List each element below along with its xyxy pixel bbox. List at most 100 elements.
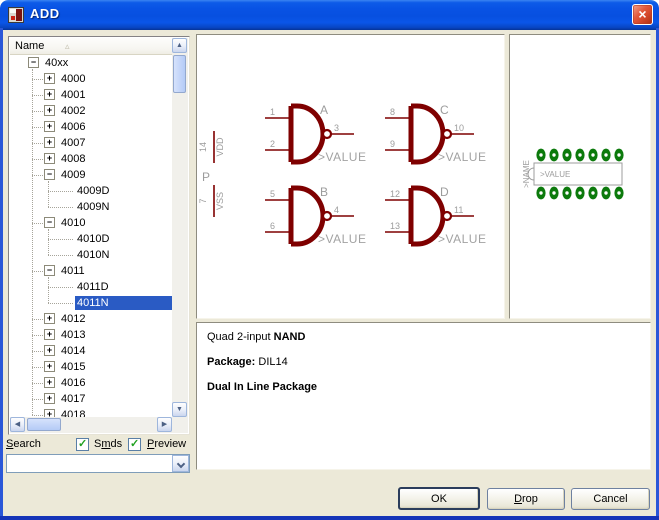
tree-item-4011[interactable]: −4011 [10,263,172,279]
expand-toggle-icon[interactable]: + [44,89,55,100]
titlebar[interactable]: ADD × [0,0,659,30]
tree-item-4010D[interactable]: 4010D [10,231,172,247]
smds-checkbox[interactable]: ✓ [76,438,89,451]
svg-text:P: P [202,170,210,184]
arrow-right-icon: ▶ [162,421,167,428]
tree-item-4010[interactable]: −4010 [10,215,172,231]
checkmark-icon: ✓ [78,437,87,450]
tree-item-label: 4017 [59,392,87,406]
tree-branch-line [48,287,73,288]
expand-toggle-icon[interactable]: + [44,377,55,388]
app-icon [8,7,24,23]
tree-item-4011D[interactable]: 4011D [10,279,172,295]
svg-text:11: 11 [454,205,463,215]
collapse-toggle-icon[interactable]: − [28,57,39,68]
svg-text:14: 14 [198,142,208,152]
search-input[interactable] [8,456,171,471]
svg-text:B: B [320,185,328,199]
preview-label[interactable]: Preview [147,438,186,450]
svg-text:6: 6 [270,221,275,231]
tree-branch-line [32,111,43,112]
tree-item-label: 4008 [59,152,87,166]
expand-toggle-icon[interactable]: + [44,313,55,324]
collapse-toggle-icon[interactable]: − [44,265,55,276]
expand-toggle-icon[interactable]: + [44,137,55,148]
preview-checkbox[interactable]: ✓ [128,438,141,451]
tree-item-4017[interactable]: +4017 [10,391,172,407]
collapse-toggle-icon[interactable]: − [44,217,55,228]
tree-branch-line [32,159,43,160]
svg-text:3: 3 [334,123,339,133]
expand-toggle-icon[interactable]: + [44,361,55,372]
tree-branch-line [48,207,73,208]
tree-branch-line [32,319,43,320]
expand-toggle-icon[interactable]: + [44,393,55,404]
tree-vertical-scrollbar[interactable]: ▲ ▼ [172,38,188,417]
drop-button[interactable]: Drop [487,488,565,510]
chevron-down-icon [177,460,185,468]
tree-item-label: 4011 [59,264,87,278]
tree-item-4002[interactable]: +4002 [10,103,172,119]
ok-button[interactable]: OK [398,487,480,510]
tree-item-4014[interactable]: +4014 [10,343,172,359]
smds-label[interactable]: Smds [94,438,122,450]
tree-branch-line [32,79,43,80]
tree-item-4018[interactable]: +4018 [10,407,172,417]
vertical-scroll-thumb[interactable] [173,55,186,93]
tree-item-4009[interactable]: −4009 [10,167,172,183]
tree-item-40xx[interactable]: −40xx [10,55,172,71]
combo-dropdown-button[interactable] [172,455,189,472]
scroll-left-button[interactable]: ◀ [10,417,25,432]
tree-item-label: 4002 [59,104,87,118]
tree-item-4008[interactable]: +4008 [10,151,172,167]
cancel-button[interactable]: Cancel [571,488,650,510]
expand-toggle-icon[interactable]: + [44,153,55,164]
tree-item-4012[interactable]: +4012 [10,311,172,327]
tree-item-label: 4010D [75,232,111,246]
description-line-3: Dual In Line Package [207,381,640,393]
tree-item-4009N[interactable]: 4009N [10,199,172,215]
search-label: Search [6,438,41,450]
tree-item-label: 4014 [59,344,87,358]
tree-item-4006[interactable]: +4006 [10,119,172,135]
tree-item-4011N[interactable]: 4011N [10,295,172,311]
tree-item-4013[interactable]: +4013 [10,327,172,343]
tree-item-4010N[interactable]: 4010N [10,247,172,263]
svg-text:>VALUE: >VALUE [438,232,486,246]
library-tree-panel: Name ▵ −40xx+4000+4001+4002+4006+4007+40… [8,36,190,435]
nand-gate-D: 121311D>VALUE [385,185,486,246]
expand-toggle-icon[interactable]: + [44,121,55,132]
tree-item-4007[interactable]: +4007 [10,135,172,151]
dil14-footprint: >NAME>VALUE [522,149,624,200]
tree-branch-line [32,223,43,224]
tree-item-4001[interactable]: +4001 [10,87,172,103]
tree-horizontal-scrollbar[interactable]: ◀ ▶ [10,417,172,433]
tree-column-header-name[interactable]: Name ▵ [10,38,172,55]
dialog-border [0,28,3,520]
tree-item-label: 4006 [59,120,87,134]
svg-text:>VALUE: >VALUE [318,232,366,246]
tree-item-4016[interactable]: +4016 [10,375,172,391]
power-gate-P: 14VDDP7VSS [198,131,225,217]
tree-item-4009D[interactable]: 4009D [10,183,172,199]
search-combobox[interactable] [6,454,190,473]
tree-item-label: 4011D [75,280,111,294]
tree-item-4015[interactable]: +4015 [10,359,172,375]
expand-toggle-icon[interactable]: + [44,73,55,84]
expand-toggle-icon[interactable]: + [44,345,55,356]
horizontal-scroll-thumb[interactable] [27,418,61,431]
scroll-right-button[interactable]: ▶ [157,417,172,432]
tree-item-label: 4009 [59,168,87,182]
tree-item-label: 40xx [43,56,70,70]
tree-branch-line [32,95,43,96]
expand-toggle-icon[interactable]: + [44,329,55,340]
checkmark-icon: ✓ [130,437,139,450]
collapse-toggle-icon[interactable]: − [44,169,55,180]
tree-item-4000[interactable]: +4000 [10,71,172,87]
expand-toggle-icon[interactable]: + [44,409,55,417]
scroll-up-button[interactable]: ▲ [172,38,187,53]
close-button[interactable]: × [632,4,653,25]
scroll-down-button[interactable]: ▼ [172,402,187,417]
expand-toggle-icon[interactable]: + [44,105,55,116]
tree-branch-line [48,255,73,256]
